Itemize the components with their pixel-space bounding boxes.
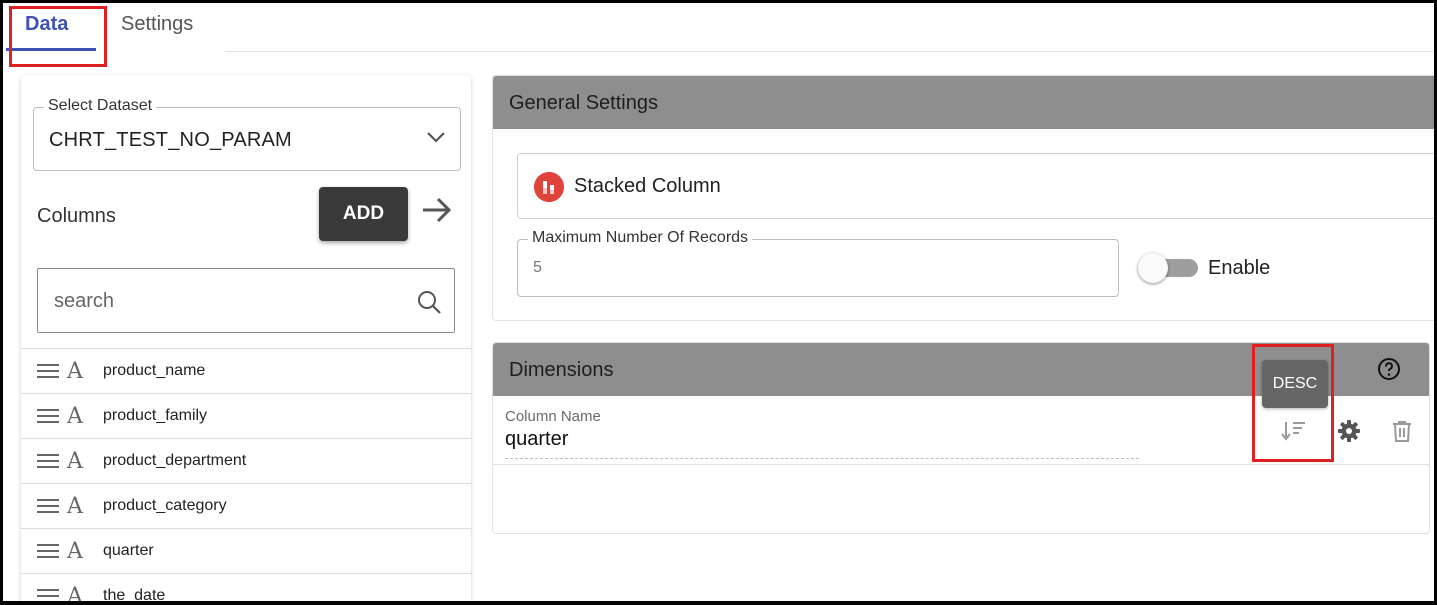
- max-records-field[interactable]: Maximum Number Of Records 5: [517, 229, 1119, 297]
- column-name: quarter: [103, 542, 154, 559]
- search-placeholder: search: [54, 290, 115, 312]
- max-records-label: Maximum Number Of Records: [528, 229, 753, 247]
- add-button[interactable]: ADD: [319, 187, 408, 241]
- general-settings-title: General Settings: [509, 92, 658, 114]
- max-records-value: 5: [533, 259, 542, 276]
- search-input[interactable]: search: [37, 268, 455, 333]
- drag-handle-icon[interactable]: [37, 408, 59, 424]
- chart-type-selector[interactable]: Stacked Column: [517, 153, 1434, 219]
- enable-toggle[interactable]: [1138, 253, 1198, 283]
- text-type-icon: A: [67, 404, 83, 429]
- column-name: product_department: [103, 452, 247, 469]
- columns-panel: Select Dataset CHRT_TEST_NO_PARAM Column…: [21, 75, 471, 605]
- general-settings-header[interactable]: General Settings: [493, 76, 1434, 129]
- text-type-icon: A: [67, 494, 83, 519]
- stacked-column-icon: [534, 172, 564, 202]
- column-name: product_family: [103, 407, 208, 424]
- column-list: A product_name A product_family A produc…: [21, 348, 471, 605]
- app-frame: Data Settings Select Dataset CHRT_TEST_N…: [0, 0, 1437, 605]
- tab-bar: Data Settings: [3, 3, 1434, 53]
- arrow-right-icon[interactable]: [421, 197, 453, 223]
- dataset-select-value: CHRT_TEST_NO_PARAM: [49, 129, 292, 151]
- dataset-select-label: Select Dataset: [44, 97, 157, 115]
- text-type-icon: A: [67, 539, 83, 564]
- list-item[interactable]: A product_department: [21, 438, 471, 483]
- sort-tooltip: DESC: [1262, 360, 1328, 408]
- dimensions-title: Dimensions: [509, 359, 614, 381]
- column-name: product_category: [103, 497, 227, 514]
- drag-handle-icon[interactable]: [37, 363, 59, 379]
- column-name-value[interactable]: quarter: [505, 428, 568, 451]
- text-type-icon: A: [67, 584, 83, 605]
- drag-handle-icon[interactable]: [37, 588, 59, 604]
- list-item[interactable]: A product_name: [21, 348, 471, 393]
- text-type-icon: A: [67, 449, 83, 474]
- list-item[interactable]: A product_category: [21, 483, 471, 528]
- tab-bar-divider: [225, 51, 1434, 52]
- drag-handle-icon[interactable]: [37, 543, 59, 559]
- list-item[interactable]: A the_date: [21, 573, 471, 605]
- toggle-thumb: [1138, 253, 1168, 283]
- chart-type-label: Stacked Column: [574, 175, 721, 197]
- sort-desc-icon[interactable]: [1281, 419, 1307, 443]
- drag-handle-icon[interactable]: [37, 453, 59, 469]
- search-icon[interactable]: [416, 289, 442, 315]
- active-tab-indicator: [6, 48, 96, 51]
- tab-settings[interactable]: Settings: [121, 13, 193, 36]
- column-name: product_name: [103, 362, 206, 379]
- column-name-label: Column Name: [505, 408, 601, 425]
- column-name: the_date: [103, 587, 166, 604]
- list-item[interactable]: A product_family: [21, 393, 471, 438]
- text-type-icon: A: [67, 359, 83, 384]
- columns-heading: Columns: [37, 205, 116, 227]
- gear-icon[interactable]: [1337, 419, 1361, 443]
- chevron-down-icon[interactable]: [426, 130, 446, 144]
- list-item[interactable]: A quarter: [21, 528, 471, 573]
- general-settings-panel: General Settings Stacked Column Maximum …: [492, 75, 1434, 321]
- tab-data[interactable]: Data: [25, 13, 68, 36]
- dataset-select[interactable]: Select Dataset CHRT_TEST_NO_PARAM: [33, 97, 461, 171]
- field-underline: [505, 458, 1139, 459]
- enable-toggle-label: Enable: [1208, 257, 1271, 279]
- trash-icon[interactable]: [1390, 419, 1414, 443]
- help-icon[interactable]: [1377, 357, 1401, 381]
- drag-handle-icon[interactable]: [37, 498, 59, 514]
